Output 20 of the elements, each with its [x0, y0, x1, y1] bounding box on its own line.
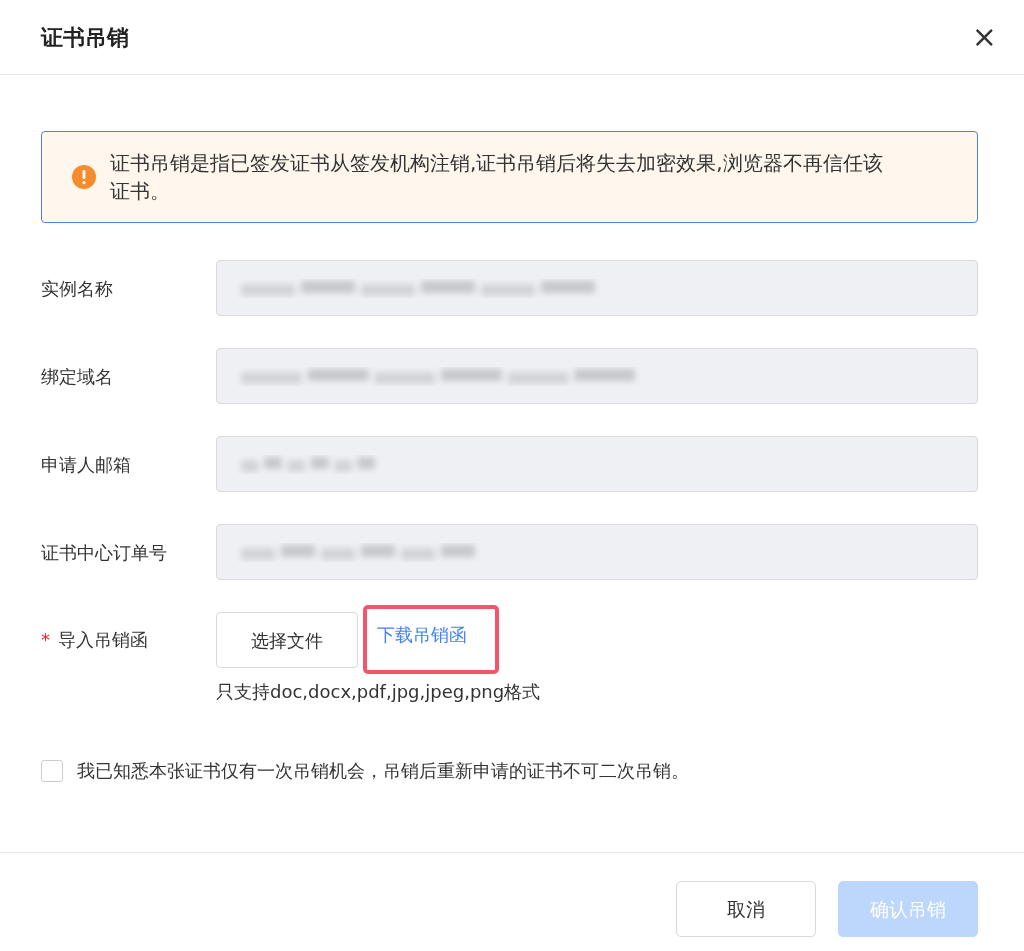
- field-label: 绑定域名: [41, 364, 114, 389]
- input-field[interactable]: [216, 524, 978, 580]
- input-field[interactable]: [216, 436, 978, 492]
- field-label: 实例名称: [41, 276, 114, 301]
- input-field[interactable]: [216, 348, 978, 404]
- close-button[interactable]: ×: [969, 22, 999, 52]
- format-hint: 只支持doc,docx,pdf,jpg,jpeg,png格式: [216, 680, 542, 704]
- field-label: 证书中心订单号: [41, 540, 168, 565]
- warning-icon: [72, 165, 96, 189]
- download-link[interactable]: 下载吊销函: [363, 605, 499, 674]
- choose-file-button[interactable]: 选择文件: [216, 612, 358, 668]
- checkbox[interactable]: [41, 759, 63, 782]
- alert-text: 证书吊销是指已签发证书从签发机构注销,证书吊销后将失去加密效果,浏览器不再信任该证书。: [110, 150, 884, 205]
- agreement-text: 我已知悉本张证书仅有一次吊销机会，吊销后重新申请的证书不可二次吊销。: [77, 759, 689, 783]
- cancel-button[interactable]: 取消: [676, 881, 816, 937]
- upload-label: 导入吊销函: [58, 629, 148, 650]
- required-mark: *: [41, 629, 50, 650]
- input-field[interactable]: [216, 260, 978, 316]
- dialog-title: 证书吊销: [41, 23, 129, 52]
- field-label: 申请人邮箱: [41, 452, 132, 477]
